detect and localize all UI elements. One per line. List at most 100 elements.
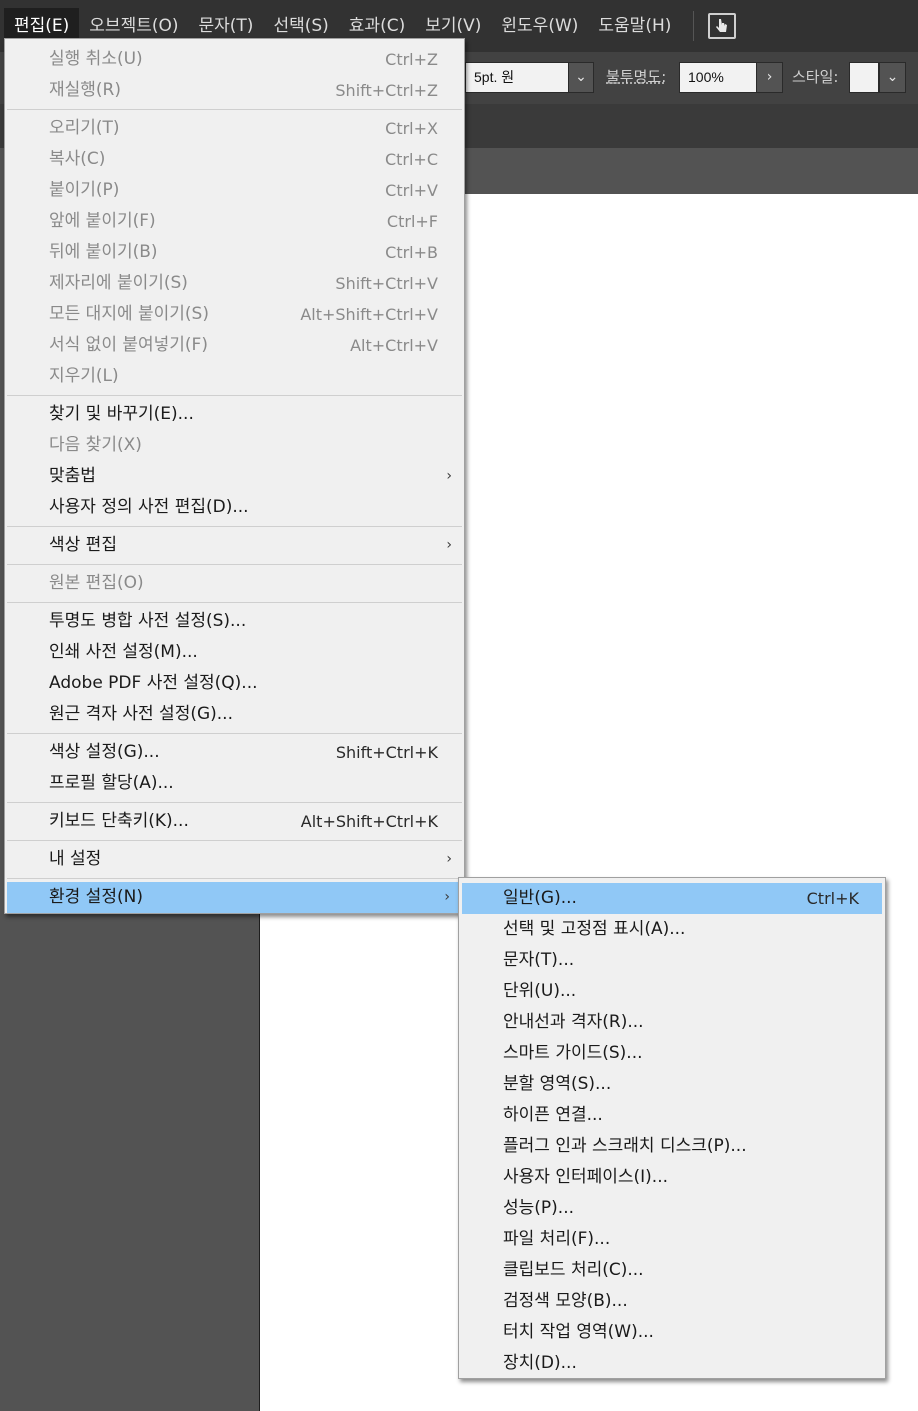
menu-item-label: 클립보드 처리(C)... — [503, 1260, 644, 1280]
opacity-field[interactable]: 100% — [679, 62, 757, 93]
menu-item-label: 일반(G)... — [503, 888, 577, 908]
hand-cursor-icon[interactable] — [708, 13, 737, 39]
menu-window[interactable]: 윈도우(W) — [491, 8, 588, 44]
submenu-item-appearance-of-black[interactable]: 검정색 모양(B)... — [459, 1286, 885, 1317]
chevron-down-icon: ⌄ — [886, 69, 899, 85]
menu-item-shortcut: Shift+Ctrl+K — [335, 743, 438, 762]
menu-item-paste-in-front[interactable]: 앞에 붙이기(F) Ctrl+F — [5, 206, 464, 237]
submenu-item-performance[interactable]: 성능(P)... — [459, 1193, 885, 1224]
submenu-item-user-interface[interactable]: 사용자 인터페이스(I)... — [459, 1162, 885, 1193]
menu-item-undo[interactable]: 실행 취소(U) Ctrl+Z — [5, 44, 464, 75]
submenu-item-units[interactable]: 단위(U)... — [459, 976, 885, 1007]
chevron-right-icon: › — [766, 69, 773, 85]
menu-item-label: 붙이기(P) — [49, 180, 120, 200]
menu-item-label: 찾기 및 바꾸기(E)... — [49, 404, 194, 424]
menu-item-label: 분할 영역(S)... — [503, 1074, 612, 1094]
menu-item-clear[interactable]: 지우기(L) — [5, 361, 464, 392]
menu-item-paste-on-all-artboards[interactable]: 모든 대지에 붙이기(S) Alt+Shift+Ctrl+V — [5, 299, 464, 330]
menu-item-shortcut: Alt+Ctrl+V — [350, 336, 438, 355]
menu-item-copy[interactable]: 복사(C) Ctrl+C — [5, 144, 464, 175]
menu-item-label: 오리기(T) — [49, 118, 120, 138]
submenu-item-touch-workspace[interactable]: 터치 작업 영역(W)... — [459, 1317, 885, 1348]
menu-item-assign-profile[interactable]: 프로필 할당(A)... — [5, 768, 464, 799]
style-dropdown[interactable]: ⌄ — [879, 62, 906, 93]
menu-item-perspective-grid-presets[interactable]: 원근 격자 사전 설정(G)... — [5, 699, 464, 730]
menu-item-paste[interactable]: 붙이기(P) Ctrl+V — [5, 175, 464, 206]
menu-item-label: 맞춤법 — [49, 466, 96, 486]
opacity-label[interactable]: 불투명도: — [606, 66, 666, 87]
menu-item-find-next[interactable]: 다음 찾기(X) — [5, 430, 464, 461]
stroke-profile-field[interactable]: 5pt. 원 — [465, 62, 571, 93]
submenu-item-file-handling[interactable]: 파일 처리(F)... — [459, 1224, 885, 1255]
chevron-right-icon: › — [446, 537, 452, 553]
menu-item-keyboard-shortcuts[interactable]: 키보드 단축키(K)... Alt+Shift+Ctrl+K — [5, 806, 464, 837]
menu-item-label: 다음 찾기(X) — [49, 435, 142, 455]
submenu-item-selection-anchor-display[interactable]: 선택 및 고정점 표시(A)... — [459, 914, 885, 945]
menu-item-label: 장치(D)... — [503, 1353, 577, 1373]
menu-item-label: 색상 설정(G)... — [49, 742, 160, 762]
menu-item-label: 하이픈 연결... — [503, 1105, 603, 1125]
menu-item-label: 인쇄 사전 설정(M)... — [49, 642, 198, 662]
menu-item-label: 실행 취소(U) — [49, 49, 143, 69]
menu-item-shortcut: Ctrl+Z — [385, 50, 438, 69]
menu-item-edit-original[interactable]: 원본 편집(O) — [5, 568, 464, 599]
menu-item-edit-colors[interactable]: 색상 편집 › — [5, 530, 464, 561]
menu-separator — [7, 878, 462, 879]
menu-item-label: 제자리에 붙이기(S) — [49, 273, 188, 293]
menu-item-label: 파일 처리(F)... — [503, 1229, 611, 1249]
menu-item-label: 사용자 정의 사전 편집(D)... — [49, 497, 249, 517]
menu-item-cut[interactable]: 오리기(T) Ctrl+X — [5, 113, 464, 144]
submenu-item-hyphenation[interactable]: 하이픈 연결... — [459, 1100, 885, 1131]
menu-item-label: 뒤에 붙이기(B) — [49, 242, 158, 262]
menu-item-print-presets[interactable]: 인쇄 사전 설정(M)... — [5, 637, 464, 668]
menu-item-redo[interactable]: 재실행(R) Shift+Ctrl+Z — [5, 75, 464, 106]
menu-item-label: 안내선과 격자(R)... — [503, 1012, 644, 1032]
menu-separator — [7, 802, 462, 803]
menu-item-label: 플러그 인과 스크래치 디스크(P)... — [503, 1136, 747, 1156]
menu-separator — [7, 564, 462, 565]
menu-item-shortcut: Ctrl+K — [806, 889, 859, 908]
menu-item-paste-in-place[interactable]: 제자리에 붙이기(S) Shift+Ctrl+V — [5, 268, 464, 299]
menu-item-shortcut: Alt+Shift+Ctrl+V — [300, 305, 438, 324]
menu-item-find-replace[interactable]: 찾기 및 바꾸기(E)... — [5, 399, 464, 430]
submenu-item-smart-guides[interactable]: 스마트 가이드(S)... — [459, 1038, 885, 1069]
menu-item-label: 프로필 할당(A)... — [49, 773, 174, 793]
menu-item-paste-in-back[interactable]: 뒤에 붙이기(B) Ctrl+B — [5, 237, 464, 268]
menu-item-label: 선택 및 고정점 표시(A)... — [503, 919, 686, 939]
menu-item-transparency-flattener-presets[interactable]: 투명도 병합 사전 설정(S)... — [5, 606, 464, 637]
menu-item-shortcut: Ctrl+C — [384, 150, 438, 169]
menu-item-shortcut: Ctrl+F — [386, 212, 438, 231]
menu-item-shortcut: Ctrl+B — [385, 243, 438, 262]
stroke-profile-dropdown[interactable]: ⌄ — [568, 62, 594, 93]
menu-item-shortcut: Ctrl+V — [385, 181, 438, 200]
menu-help[interactable]: 도움말(H) — [588, 8, 681, 44]
menu-separator — [7, 733, 462, 734]
style-swatch[interactable] — [849, 62, 879, 93]
submenu-item-guides-grid[interactable]: 안내선과 격자(R)... — [459, 1007, 885, 1038]
submenu-item-plugins-scratch-disks[interactable]: 플러그 인과 스크래치 디스크(P)... — [459, 1131, 885, 1162]
menu-item-pdf-presets[interactable]: Adobe PDF 사전 설정(Q)... — [5, 668, 464, 699]
submenu-item-devices[interactable]: 장치(D)... — [459, 1348, 885, 1379]
menu-item-color-settings[interactable]: 색상 설정(G)... Shift+Ctrl+K — [5, 737, 464, 768]
menu-item-my-settings[interactable]: 내 설정 › — [5, 844, 464, 875]
menu-item-paste-without-formatting[interactable]: 서식 없이 붙여넣기(F) Alt+Ctrl+V — [5, 330, 464, 361]
menu-item-label: 문자(T)... — [503, 950, 575, 970]
style-label: 스타일: — [792, 68, 839, 86]
menu-separator — [7, 395, 462, 396]
chevron-right-icon: › — [446, 851, 452, 867]
menu-separator — [7, 840, 462, 841]
submenu-item-clipboard-handling[interactable]: 클립보드 처리(C)... — [459, 1255, 885, 1286]
menu-item-label: 내 설정 — [49, 849, 102, 869]
submenu-item-type[interactable]: 문자(T)... — [459, 945, 885, 976]
menu-item-edit-custom-dictionary[interactable]: 사용자 정의 사전 편집(D)... — [5, 492, 464, 523]
menu-item-preferences[interactable]: 환경 설정(N) › — [7, 882, 462, 913]
menu-item-shortcut: Shift+Ctrl+Z — [335, 81, 438, 100]
menu-item-label: 원본 편집(O) — [49, 573, 144, 593]
opacity-arrow[interactable]: › — [756, 62, 783, 93]
submenu-item-slices[interactable]: 분할 영역(S)... — [459, 1069, 885, 1100]
menu-separator — [7, 109, 462, 110]
submenu-item-general[interactable]: 일반(G)... Ctrl+K — [462, 883, 882, 914]
menu-item-spelling[interactable]: 맞춤법 › — [5, 461, 464, 492]
menubar-divider — [693, 11, 695, 41]
menu-item-shortcut: Ctrl+X — [385, 119, 438, 138]
